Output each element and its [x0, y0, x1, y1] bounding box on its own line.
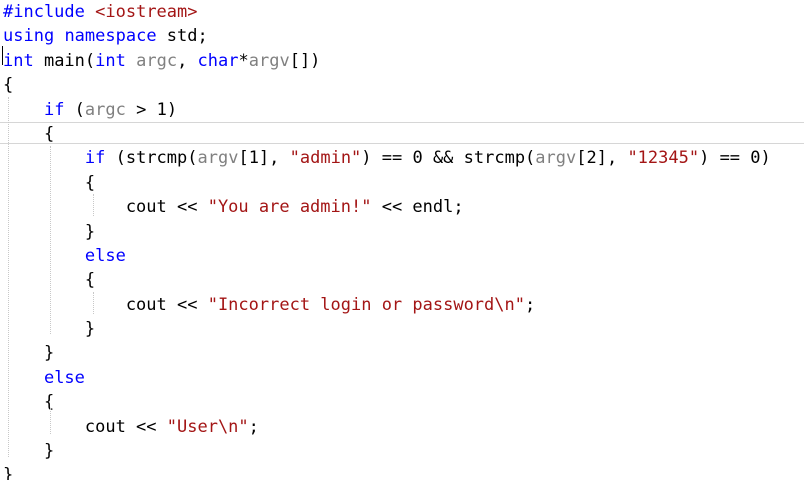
code-token: char [197, 50, 239, 71]
code-token: "admin" [289, 148, 362, 169]
code-line[interactable]: cout << "Incorrect login or password\n"; [3, 293, 804, 317]
code-token: ) == 0 && strcmp( [361, 148, 536, 169]
code-line[interactable]: { [3, 73, 804, 97]
code-token: ) == 0) [699, 148, 771, 169]
code-token: namespace [64, 26, 157, 47]
code-token: * [238, 50, 249, 71]
code-token: { [3, 123, 55, 144]
code-token: { [3, 392, 55, 413]
code-token: ( [64, 99, 85, 120]
code-token: argv [248, 50, 290, 71]
code-token: argc [136, 50, 178, 71]
code-line[interactable]: cout << "You are admin!" << endl; [3, 195, 804, 219]
code-token: int [3, 50, 34, 71]
code-line[interactable]: using namespace std; [3, 24, 804, 48]
code-text-area[interactable]: #include <iostream> using namespace std; i… [0, 0, 804, 480]
code-token: } [3, 465, 14, 480]
code-token: int [95, 50, 126, 71]
code-line[interactable]: { [3, 171, 804, 195]
code-line[interactable]: { [3, 390, 804, 414]
code-line[interactable]: int main(int argc, char*argv[]) [3, 49, 804, 73]
code-token: ; [524, 294, 536, 315]
code-token: argv [197, 148, 239, 169]
code-line[interactable]: { [0, 121, 804, 146]
code-line[interactable]: else [3, 244, 804, 268]
code-token: << endl; [371, 197, 464, 218]
code-line[interactable]: } [3, 317, 804, 341]
code-token: } [3, 441, 55, 462]
code-token: argc [84, 99, 126, 120]
indent-guide [50, 146, 51, 334]
code-token: cout << [3, 197, 208, 218]
code-token: [1], [238, 148, 290, 169]
code-line[interactable]: } [3, 439, 804, 463]
code-token: else [84, 245, 126, 266]
code-token: "Incorrect login or password\n" [207, 294, 525, 315]
code-token: main( [33, 50, 96, 71]
code-line[interactable]: } [3, 220, 804, 244]
code-token: #include [3, 2, 85, 22]
code-token: { [3, 75, 14, 96]
code-line[interactable]: else [3, 366, 804, 390]
code-token: if [43, 99, 65, 120]
code-line[interactable]: if (strcmp(argv[1], "admin") == 0 && str… [3, 146, 804, 170]
code-editor[interactable]: #include <iostream> using namespace std; i… [0, 0, 804, 480]
code-line[interactable]: { [3, 268, 804, 292]
code-token: cout << [3, 416, 167, 437]
code-token: std; [156, 26, 208, 47]
code-token: cout << [3, 294, 208, 315]
code-token: (strcmp( [105, 148, 198, 169]
code-token: argv [535, 148, 577, 169]
indent-guide [93, 292, 94, 314]
code-token: if [84, 148, 106, 169]
code-token: "You are admin!" [207, 197, 372, 218]
code-token: "User\n" [166, 416, 249, 437]
code-token: "12345" [627, 148, 700, 169]
code-token: ; [248, 416, 259, 437]
code-line[interactable]: #include <iostream> [3, 0, 804, 24]
code-line[interactable]: } [3, 341, 804, 365]
code-token: , [177, 50, 198, 71]
code-token: else [43, 367, 85, 388]
code-token: using [3, 26, 55, 47]
indent-guide [8, 97, 9, 457]
code-line[interactable]: if (argc > 1) [3, 98, 804, 122]
code-token: [2], [576, 148, 628, 169]
indent-guide [50, 408, 51, 434]
code-token: <iostream> [95, 2, 198, 22]
code-line[interactable]: } [3, 463, 804, 480]
indent-guide [93, 194, 94, 216]
code-token: []) [289, 50, 321, 71]
code-token: } [3, 343, 55, 364]
code-token: > 1) [125, 99, 178, 120]
code-line[interactable]: cout << "User\n"; [3, 415, 804, 439]
